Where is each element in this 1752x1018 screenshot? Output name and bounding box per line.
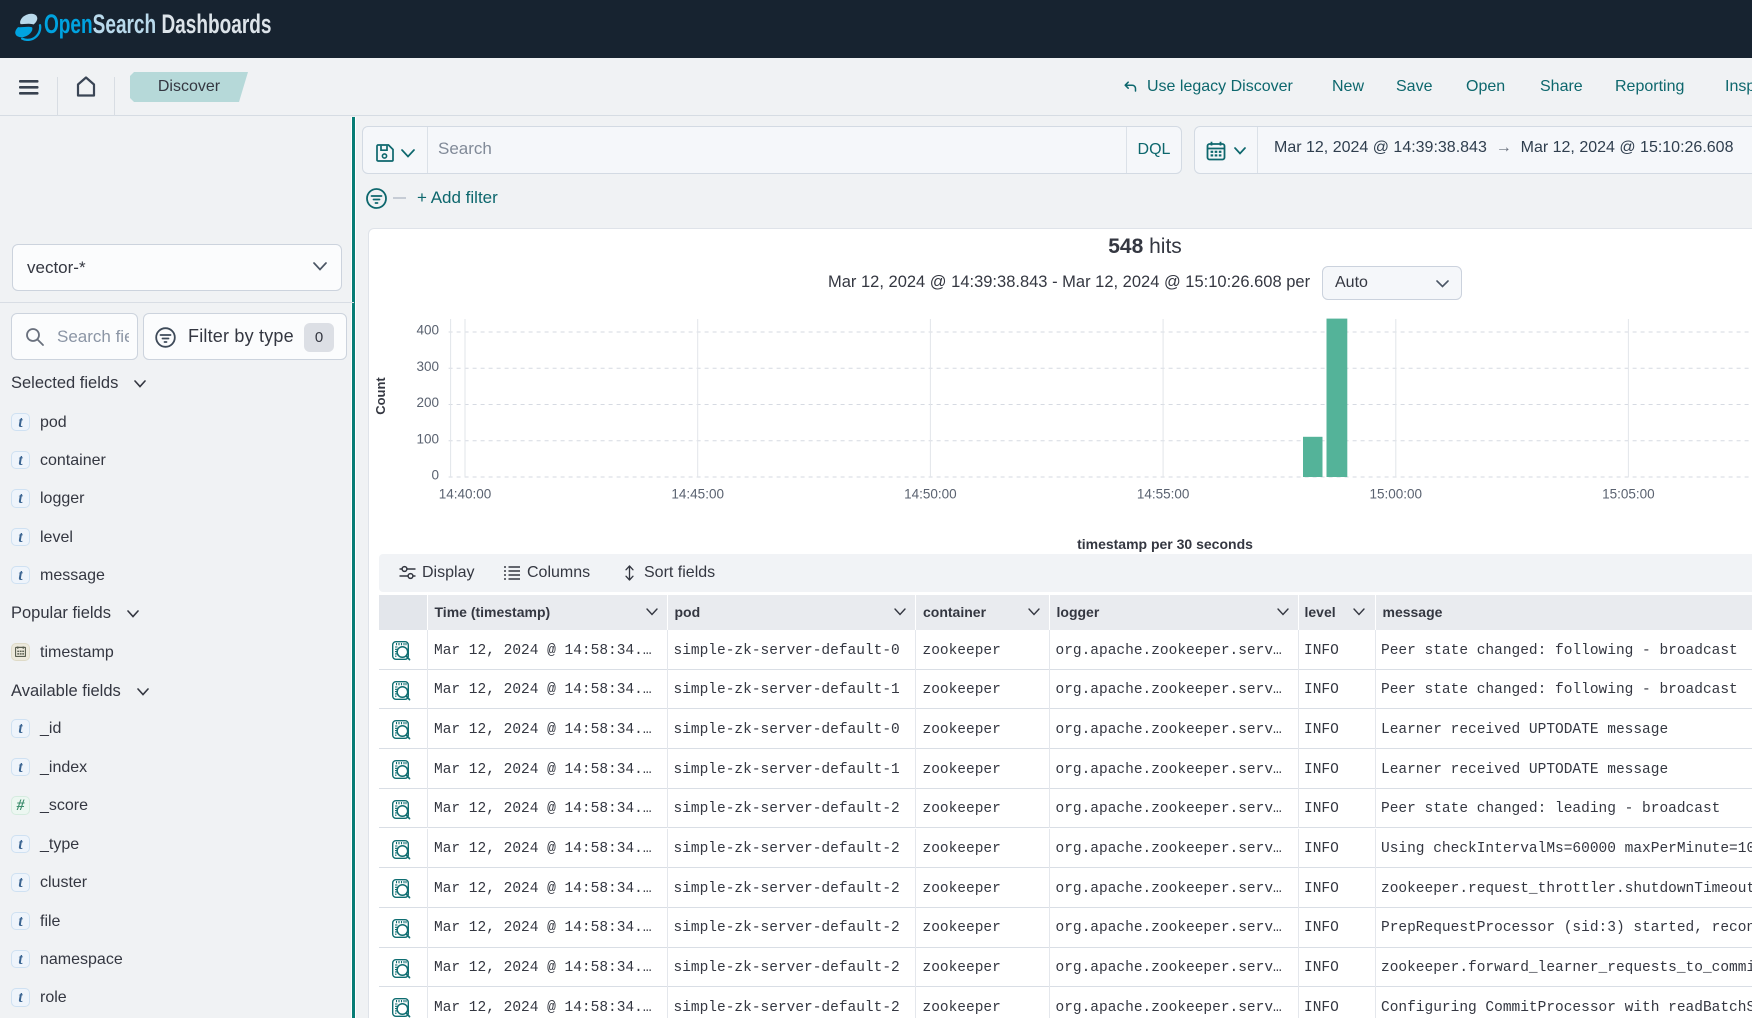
svg-text:300: 300 [416,359,439,374]
svg-text:14:45:00: 14:45:00 [671,487,724,502]
svg-text:0: 0 [431,468,439,483]
svg-text:Count: Count [373,377,388,415]
svg-text:timestamp per 30 seconds: timestamp per 30 seconds [1077,536,1253,552]
svg-text:100: 100 [416,431,439,446]
svg-text:14:55:00: 14:55:00 [1137,487,1190,502]
svg-text:200: 200 [416,395,439,410]
svg-text:400: 400 [416,323,439,338]
svg-text:14:40:00: 14:40:00 [439,487,492,502]
svg-text:14:50:00: 14:50:00 [904,487,957,502]
svg-text:15:05:00: 15:05:00 [1602,487,1655,502]
svg-text:15:00:00: 15:00:00 [1370,487,1423,502]
